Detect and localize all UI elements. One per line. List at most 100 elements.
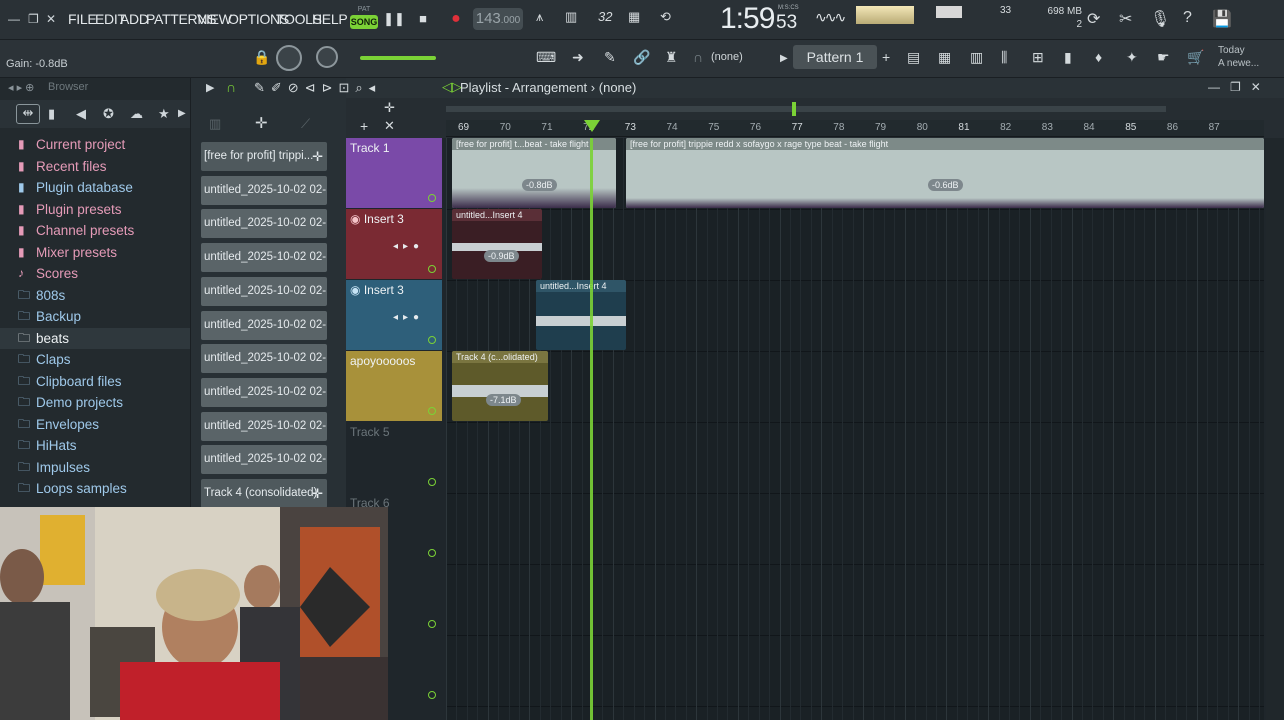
undo-icon[interactable]: ⟳	[1087, 9, 1100, 29]
browser-item[interactable]: ▮ Recent files	[0, 156, 190, 177]
browser-next-icon[interactable]: ▶	[178, 108, 186, 119]
arrow-right-icon[interactable]: ➜	[572, 49, 584, 66]
picker-clip[interactable]: Track 4 (consolidated) ✛	[201, 479, 327, 508]
browser-item[interactable]: 🗀 Demo projects	[0, 392, 190, 413]
picker-audio-icon[interactable]: ✛	[255, 114, 268, 132]
picker-clip[interactable]: untitled_2025-10-02 02-...	[201, 243, 327, 273]
browser-files-icon[interactable]: ▮	[48, 106, 55, 122]
metronome-icon[interactable]: ⩚	[536, 9, 543, 25]
touch-icon[interactable]: ☛	[1157, 49, 1170, 66]
magnet-icon[interactable]: ∩	[693, 49, 703, 65]
record-button[interactable]: ●	[445, 8, 467, 30]
playlist-vscroll[interactable]	[1266, 138, 1284, 720]
menu-add[interactable]: ADD	[120, 11, 149, 27]
brush-icon[interactable]: ✎	[604, 49, 616, 66]
channel-rack-icon[interactable]: ▥	[970, 49, 983, 66]
song-pattern-toggle[interactable]: PAT SONG	[350, 6, 378, 32]
track-mute-led[interactable]	[428, 478, 436, 486]
browser-icon[interactable]: ⊞	[1032, 49, 1044, 66]
browser-item[interactable]: 🗀 Clipboard files	[0, 371, 190, 392]
cart-icon[interactable]: 🛒	[1187, 49, 1204, 66]
cut-icon[interactable]: ✂	[1119, 9, 1132, 29]
menu-file[interactable]: FILE	[68, 11, 97, 27]
browser-item[interactable]: ▮ Mixer presets	[0, 242, 190, 263]
microphone-icon[interactable]: 🎙	[1150, 9, 1170, 29]
menu-help[interactable]: HELP	[312, 11, 348, 27]
close-icon[interactable]: ✕	[46, 12, 56, 26]
browser-item[interactable]: 🗀 HiHats	[0, 435, 190, 456]
wait-input-icon[interactable]: ▥	[565, 9, 577, 25]
picker-clip[interactable]: untitled_2025-10-02 02-...	[201, 175, 327, 205]
browser-item[interactable]: ▮ Channel presets	[0, 220, 190, 241]
track-header-3[interactable]: ◉ Insert 3 ◂▸●	[346, 280, 442, 350]
track-mute-led[interactable]	[428, 336, 436, 344]
browser-item[interactable]: 🗀 Impulses	[0, 457, 190, 478]
picker-clip[interactable]: untitled_2025-10-02 02-...	[201, 209, 327, 239]
picker-clip[interactable]: [free for profit] trippi... ✛	[201, 142, 327, 171]
playlist-play-icon[interactable]: ◁▷	[442, 79, 462, 95]
stop-button[interactable]: ■	[412, 8, 434, 30]
master-volume-slider[interactable]	[360, 56, 436, 60]
track-mute-led[interactable]	[428, 691, 436, 699]
playlist-icon[interactable]: ▤	[907, 49, 920, 66]
browser-item[interactable]: ▮ Current project	[0, 134, 190, 155]
track-header-1[interactable]: Track 1	[346, 138, 442, 208]
picker-clip[interactable]: untitled_2025-10-02 02-...	[201, 276, 327, 306]
templates-icon[interactable]: ▮	[1064, 49, 1072, 66]
track-mute-led[interactable]	[428, 620, 436, 628]
plugin-icon[interactable]: ♦	[1095, 49, 1102, 65]
browser-collapse-icon[interactable]: ◂ ▸ ⊕	[8, 81, 34, 94]
picker-clip[interactable]: untitled_2025-10-02 02-...	[201, 377, 327, 407]
audio-clip[interactable]: untitled...Insert 4 -0.9dB	[452, 209, 542, 279]
track-header-5[interactable]: Track 5	[346, 422, 442, 492]
picker-clip[interactable]: untitled_2025-10-02 02-...	[201, 310, 327, 340]
browser-speaker-icon[interactable]: ◀	[76, 106, 86, 122]
track-mute-led[interactable]	[428, 549, 436, 557]
track-header-2[interactable]: ◉ Insert 3 ◂▸●	[346, 209, 442, 279]
snap-selector[interactable]: (none)	[711, 51, 743, 63]
add-clip-icon[interactable]: ✛	[312, 479, 323, 508]
timeline-ruler[interactable]: 69 70 71 72 73 74 75 76 77 78 79 80 81 82 83 84 85 86 87	[446, 120, 1264, 137]
help-icon[interactable]: ?	[1183, 9, 1192, 27]
browser-item[interactable]: 🗀 Envelopes	[0, 414, 190, 435]
save-icon[interactable]: 💾	[1212, 9, 1232, 29]
browser-cloud-icon[interactable]: ☁	[130, 106, 143, 122]
audio-clip[interactable]: [free for profit] trippie redd x sofaygo…	[626, 138, 1264, 208]
audio-clip[interactable]: untitled...Insert 4	[536, 280, 626, 350]
browser-all-icon[interactable]: ⇹	[16, 104, 40, 124]
track-mute-led[interactable]	[428, 265, 436, 273]
piano-roll-icon[interactable]: ▦	[938, 49, 951, 66]
picker-pattern-icon[interactable]: ▥	[209, 116, 221, 132]
track-controls-icon[interactable]: ◂▸●	[393, 241, 424, 252]
step-size-icon[interactable]: 32	[598, 9, 612, 24]
blend-notes-icon[interactable]: ▦	[628, 9, 640, 25]
remove-track-icon[interactable]: ✕	[384, 118, 395, 134]
mixer-icon[interactable]: ⫼	[1001, 49, 1007, 66]
playlist-menu-icon[interactable]: ▶	[206, 81, 214, 94]
restore-icon[interactable]: ❐	[28, 12, 39, 26]
add-clip-icon[interactable]: ✛	[312, 142, 323, 171]
browser-plugins-icon[interactable]: ✪	[103, 106, 114, 122]
browser-item[interactable]: 🗀 Loops samples	[0, 478, 190, 499]
playhead-marker[interactable]	[584, 120, 600, 132]
track-header-4[interactable]: apoyooooos	[346, 351, 442, 421]
pattern-selector[interactable]: Pattern 1	[793, 45, 877, 69]
track-controls-icon[interactable]: ◂▸●	[393, 312, 424, 323]
tempo-display[interactable]: 143.000	[473, 8, 523, 30]
audio-clip[interactable]: Track 4 (c...olidated) -7.1dB	[452, 351, 548, 421]
add-pattern-icon[interactable]: +	[882, 49, 890, 65]
pause-button[interactable]: ❚❚	[383, 8, 405, 30]
master-pitch-knob[interactable]	[316, 46, 338, 68]
loop-record-icon[interactable]: ⟲	[660, 9, 671, 25]
arrangement-grid[interactable]: [free for profit] t...beat - take flight…	[446, 138, 1271, 720]
tuner-icon[interactable]: ✦	[1126, 49, 1138, 66]
playlist-window-buttons[interactable]: —❐✕	[1208, 80, 1271, 94]
zoom-icon[interactable]: ✛	[384, 100, 395, 116]
picker-clip[interactable]: untitled_2025-10-02 02-...	[201, 411, 327, 441]
add-track-icon[interactable]: +	[360, 118, 368, 134]
browser-item[interactable]: ▮ Plugin presets	[0, 199, 190, 220]
browser-item[interactable]: ♪ Scores	[0, 263, 190, 284]
magnet-snap-icon[interactable]: ∩	[226, 79, 236, 95]
news-panel[interactable]: Today A newe...	[1218, 44, 1259, 70]
track-mute-led[interactable]	[428, 407, 436, 415]
